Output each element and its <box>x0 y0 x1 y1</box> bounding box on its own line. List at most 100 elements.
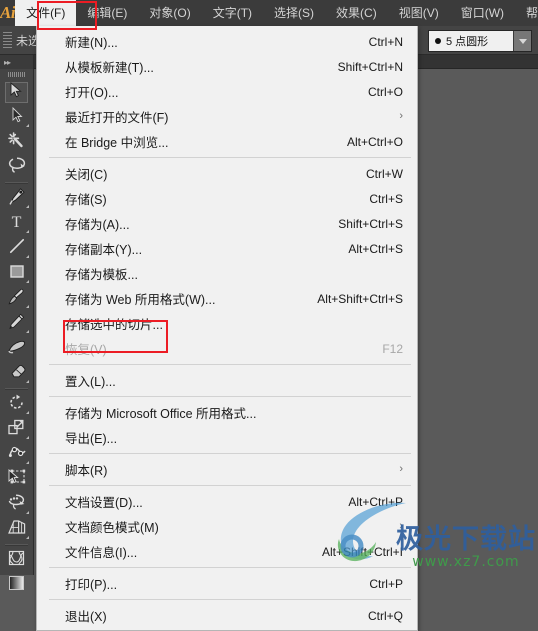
free-transform-tool[interactable] <box>0 467 33 492</box>
illustrator-app-window: Ai 文件(F) 编辑(E) 对象(O) 文字(T) 选择(S) 效果(C) 视图(V) 窗口… <box>0 0 538 631</box>
menu-item-4-0[interactable]: 脚本(R) › <box>37 457 417 482</box>
stroke-profile-dropdown[interactable]: 5 点圆形 <box>428 30 532 52</box>
menu-item-1-1[interactable]: 存储(S) Ctrl+S <box>37 186 417 211</box>
menu-item-0-4[interactable]: 在 Bridge 中浏览... Alt+Ctrl+O <box>37 129 417 154</box>
direct-selection-tool[interactable] <box>0 105 33 130</box>
perspective-grid-tool[interactable] <box>0 517 33 542</box>
menu-item-label: 存储为(A)... <box>65 218 130 232</box>
type-icon: T <box>9 213 24 234</box>
menu-item-shortcut: Ctrl+Q <box>367 608 403 623</box>
menu-item-5-1[interactable]: 文档颜色模式(M) › <box>37 514 417 539</box>
menu-item-label: 最近打开的文件(F) <box>65 111 169 125</box>
menu-item-1-0[interactable]: 关闭(C) Ctrl+W <box>37 161 417 186</box>
menu-item-label: 文档颜色模式(M) <box>65 521 159 535</box>
menubar-item-7[interactable]: 窗口(W) <box>450 0 515 26</box>
tools-separator <box>5 544 28 546</box>
menu-item-label: 恢复(V) <box>65 343 107 357</box>
scale-tool[interactable] <box>0 417 33 442</box>
tool-group-indicator-icon <box>26 230 29 233</box>
paintbrush-tool[interactable] <box>0 286 33 311</box>
menu-bar-items: 文件(F) 编辑(E) 对象(O) 文字(T) 选择(S) 效果(C) 视图(V) 窗口(W)… <box>15 0 538 26</box>
gradient-tool[interactable] <box>0 573 33 598</box>
type-tool[interactable]: T <box>0 211 33 236</box>
menubar-item-5[interactable]: 效果(C) <box>325 0 388 26</box>
eraser-icon <box>8 364 26 384</box>
eraser-tool[interactable] <box>0 361 33 386</box>
tools-list: T <box>0 80 33 598</box>
menu-item-0-3[interactable]: 最近打开的文件(F) › <box>37 104 417 129</box>
menu-item-shortcut: Shift+Ctrl+S <box>338 216 403 231</box>
pen-tool[interactable] <box>0 186 33 211</box>
menu-item-1-6[interactable]: 存储选中的切片... <box>37 311 417 336</box>
menu-item-3-1[interactable]: 导出(E)... <box>37 425 417 450</box>
menu-separator <box>49 485 411 486</box>
menubar-item-8[interactable]: 帮助( <box>515 0 538 26</box>
rectangle-tool[interactable] <box>0 261 33 286</box>
rectangle-icon <box>9 263 25 284</box>
menu-item-0-0[interactable]: 新建(N)... Ctrl+N <box>37 29 417 54</box>
menu-item-label: 新建(N)... <box>65 36 118 50</box>
rotate-tool[interactable] <box>0 392 33 417</box>
rotate-icon <box>8 394 25 416</box>
width-icon <box>8 444 26 465</box>
menu-item-1-3[interactable]: 存储副本(Y)... Alt+Ctrl+S <box>37 236 417 261</box>
menubar-item-0[interactable]: 文件(F) <box>15 0 77 26</box>
collapse-arrows-icon: ▸▸ <box>4 57 11 67</box>
menu-item-7-0[interactable]: 退出(X) Ctrl+Q <box>37 603 417 628</box>
tools-panel-drag-handle[interactable] <box>0 69 33 80</box>
stroke-profile-field[interactable]: 5 点圆形 <box>429 31 513 51</box>
paintbrush-icon <box>8 288 25 310</box>
tool-group-indicator-icon <box>26 536 29 539</box>
menu-item-1-5[interactable]: 存储为 Web 所用格式(W)... Alt+Shift+Ctrl+S <box>37 286 417 311</box>
menu-item-shortcut: Alt+Shift+Ctrl+S <box>317 291 403 306</box>
blob-brush-tool[interactable] <box>0 336 33 361</box>
menu-item-5-0[interactable]: 文档设置(D)... Alt+Ctrl+P <box>37 489 417 514</box>
chevron-right-icon: › <box>399 110 403 122</box>
menu-item-3-0[interactable]: 存储为 Microsoft Office 所用格式... <box>37 400 417 425</box>
free-transform-icon <box>8 469 26 490</box>
menubar-item-6[interactable]: 视图(V) <box>388 0 450 26</box>
menu-item-0-2[interactable]: 打开(O)... Ctrl+O <box>37 79 417 104</box>
menubar-item-3[interactable]: 文字(T) <box>202 0 263 26</box>
tools-panel-collapse-button[interactable]: ▸▸ <box>0 55 33 69</box>
line-segment-tool[interactable] <box>0 236 33 261</box>
chevron-down-icon <box>518 38 527 44</box>
menu-separator <box>49 599 411 600</box>
menu-item-0-1[interactable]: 从模板新建(T)... Shift+Ctrl+N <box>37 54 417 79</box>
menu-item-label: 存储(S) <box>65 193 107 207</box>
mesh-tool[interactable] <box>0 548 33 573</box>
lasso-tool[interactable] <box>0 155 33 180</box>
menu-separator <box>49 453 411 454</box>
menu-item-label: 导出(E)... <box>65 432 118 446</box>
tools-panel: ▸▸ T <box>0 55 34 590</box>
tool-group-indicator-icon <box>26 124 29 127</box>
menu-item-1-4[interactable]: 存储为模板... <box>37 261 417 286</box>
stroke-profile-caret[interactable] <box>513 31 531 51</box>
ai-logo: Ai <box>0 3 16 22</box>
menu-item-label: 打印(P)... <box>65 578 118 592</box>
shape-builder-tool[interactable] <box>0 492 33 517</box>
file-menu-dropdown[interactable]: 新建(N)... Ctrl+N 从模板新建(T)... Shift+Ctrl+N 打开(… <box>36 26 418 631</box>
menu-item-1-2[interactable]: 存储为(A)... Shift+Ctrl+S <box>37 211 417 236</box>
menu-item-label: 存储为 Web 所用格式(W)... <box>65 293 216 307</box>
tool-group-indicator-icon <box>26 280 29 283</box>
tool-group-indicator-icon <box>26 305 29 308</box>
menu-separator <box>49 567 411 568</box>
menu-item-label: 置入(L)... <box>65 375 116 389</box>
selection-tool[interactable] <box>0 80 33 105</box>
magic-wand-tool[interactable] <box>0 130 33 155</box>
menu-item-label: 从模板新建(T)... <box>65 61 154 75</box>
direct-selection-icon <box>10 106 24 128</box>
menu-item-label: 关闭(C) <box>65 168 108 182</box>
pencil-tool[interactable] <box>0 311 33 336</box>
blob-brush-icon <box>7 338 26 359</box>
menu-item-2-0[interactable]: 置入(L)... <box>37 368 417 393</box>
menubar-item-1[interactable]: 编辑(E) <box>76 0 138 26</box>
menubar-item-2[interactable]: 对象(O) <box>138 0 201 26</box>
tool-group-indicator-icon <box>26 205 29 208</box>
width-tool[interactable] <box>0 442 33 467</box>
control-bar-grip[interactable] <box>3 32 12 48</box>
menu-item-5-2[interactable]: 文件信息(I)... Alt+Shift+Ctrl+I <box>37 539 417 564</box>
menu-item-shortcut: F12 <box>382 341 403 356</box>
menubar-item-4[interactable]: 选择(S) <box>263 0 325 26</box>
